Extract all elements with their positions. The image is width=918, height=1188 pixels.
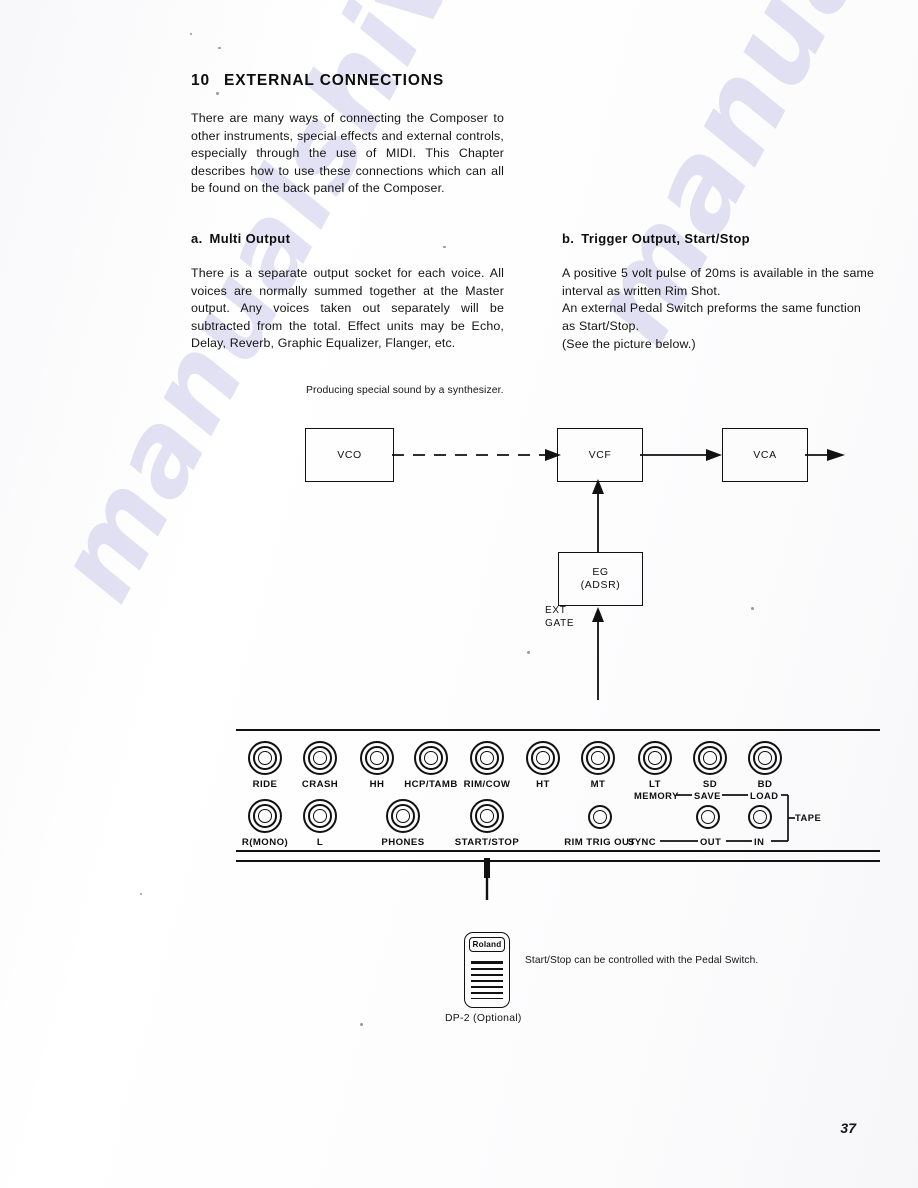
page-number: 37: [840, 1120, 856, 1136]
scan-speck: [360, 1023, 363, 1026]
pedal-note-text: Start/Stop can be controlled with the Pe…: [525, 955, 759, 966]
pedal-tread-pattern: [471, 961, 503, 999]
pedal-brand-label: Roland: [469, 937, 505, 952]
manual-page: manualshive.com manualshive.com 10EXTERN…: [0, 0, 918, 1188]
pedal-switch-dp2[interactable]: Roland: [464, 932, 510, 1008]
pedal-caption: DP-2 (Optional): [445, 1013, 522, 1024]
panel-connector-lines: [484, 794, 795, 900]
